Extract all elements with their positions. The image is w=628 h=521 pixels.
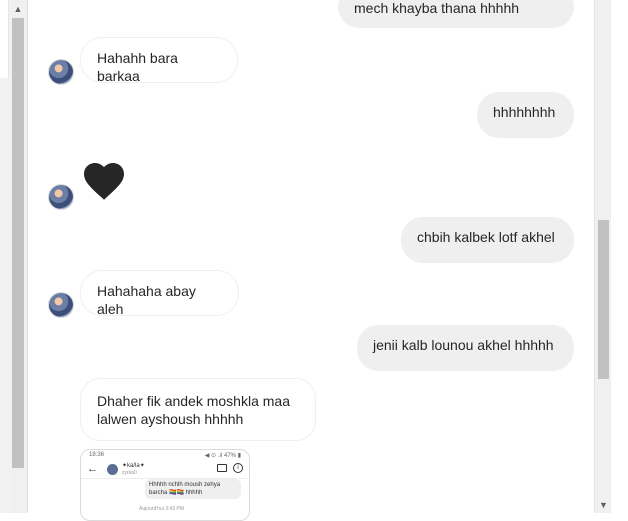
back-arrow-icon: ← bbox=[87, 463, 98, 475]
message-bubble-outgoing: hhhhhhhh bbox=[477, 92, 574, 138]
screenshot-avatar bbox=[107, 464, 118, 475]
right-scrollbar[interactable]: ▼ bbox=[594, 0, 612, 513]
message-text: Hahahh bara barkaa bbox=[97, 50, 178, 84]
screenshot-date: Aujourd'hui 3:43 PM bbox=[139, 506, 184, 512]
screenshot-contact-sub: zyrka0 bbox=[122, 470, 137, 476]
right-margin bbox=[611, 0, 628, 513]
message-bubble-outgoing: mech khayba thana hhhhh bbox=[338, 0, 574, 28]
contact-avatar[interactable] bbox=[48, 59, 74, 85]
video-call-icon bbox=[217, 464, 227, 472]
message-bubble-outgoing: chbih kalbek lotf akhel bbox=[401, 217, 574, 263]
heart-icon bbox=[84, 163, 124, 200]
info-icon: i bbox=[233, 463, 243, 473]
message-text: chbih kalbek lotf akhel bbox=[417, 229, 555, 245]
message-text: hhhhhhhh bbox=[493, 104, 556, 120]
message-text: mech khayba thana hhhhh bbox=[354, 0, 520, 16]
right-scroll-thumb[interactable] bbox=[598, 220, 609, 379]
screenshot-status-time: 18:36 bbox=[89, 452, 105, 458]
message-text: Dhaher fik andek moshkla maa lalwen aysh… bbox=[97, 393, 290, 427]
left-panel-edge bbox=[0, 0, 9, 78]
left-scrollbar[interactable]: ▲ bbox=[0, 0, 28, 513]
scroll-up-arrow-icon[interactable]: ▲ bbox=[13, 4, 23, 14]
contact-avatar[interactable] bbox=[48, 184, 74, 210]
message-bubble-outgoing: jenii kalb lounou akhel hhhhh bbox=[357, 325, 574, 371]
scroll-down-arrow-icon[interactable]: ▼ bbox=[598, 500, 609, 510]
shared-screenshot-image[interactable]: 18:36 ◀ ⊙ .ıl 47% ▮ ← ✦ka/la✦ zyrka0 i H… bbox=[80, 449, 250, 521]
contact-avatar[interactable] bbox=[48, 292, 74, 318]
screenshot-status-icons: ◀ ⊙ .ıl 47% ▮ bbox=[204, 453, 241, 459]
screenshot-contact-name: ✦ka/la✦ bbox=[122, 463, 145, 469]
left-scroll-thumb[interactable] bbox=[12, 18, 24, 468]
message-text: jenii kalb lounou akhel hhhhh bbox=[373, 337, 554, 353]
message-bubble-incoming: Hahahh bara barkaa bbox=[80, 37, 238, 84]
message-bubble-incoming: Dhaher fik andek moshkla maa lalwen aysh… bbox=[80, 378, 316, 441]
message-bubble-incoming: Hahahaha abay aleh bbox=[80, 270, 239, 317]
screenshot-message: Hhhhh nchlh moush zehya barcha 🏳️‍🌈🏳️‍🌈 … bbox=[145, 479, 241, 499]
message-text: Hahahaha abay aleh bbox=[97, 283, 196, 317]
